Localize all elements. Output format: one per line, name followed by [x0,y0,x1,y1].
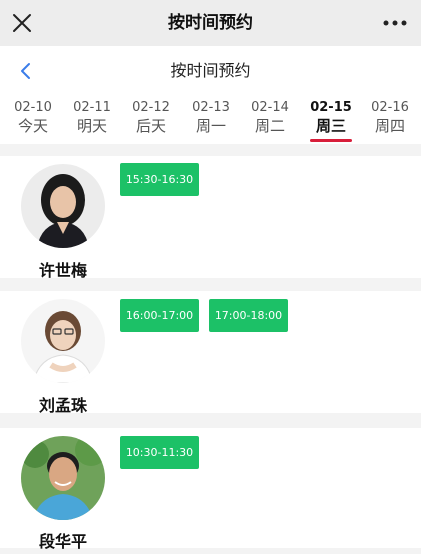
app-bar-title: 按时间预约 [168,13,253,33]
app-bar: 按时间预约 [0,0,421,46]
date-tab[interactable]: 02-14 周二 [244,96,296,144]
time-slot-button[interactable]: 16:00-17:00 [120,299,199,332]
date-tab-date: 02-13 [192,100,230,115]
date-tab-date: 02-16 [371,100,409,115]
doctor-row: 许世梅 15:30-16:30 [0,156,421,280]
avatar[interactable] [21,436,105,520]
date-tab[interactable]: 02-10 今天 [7,96,59,144]
doctor-name: 许世梅 [38,261,87,280]
avatar[interactable] [21,299,105,383]
page-header: 按时间预约 [0,46,421,96]
time-slot-button[interactable]: 17:00-18:00 [209,299,288,332]
date-tab-date: 02-15 [310,100,352,115]
date-tab[interactable]: 02-16 周四 [364,96,416,144]
selected-tab-indicator [310,139,352,142]
date-tab-day: 周四 [374,117,405,135]
date-tab[interactable]: 02-12 后天 [125,96,177,144]
date-tab-day: 周一 [195,117,226,135]
time-slot-button[interactable]: 15:30-16:30 [120,163,199,196]
time-slot-button[interactable]: 10:30-11:30 [120,436,199,469]
date-tab-date: 02-11 [73,100,111,115]
date-tab-day: 后天 [135,117,166,135]
avatar[interactable] [21,164,105,248]
date-tab-day: 周二 [254,117,285,135]
divider [0,144,421,156]
date-tab-day: 今天 [17,117,48,135]
doctor-row: 刘孟珠 16:00-17:00 17:00-18:00 [0,291,421,415]
date-tab-day: 周三 [315,117,346,135]
date-tabs: 02-10 今天 02-11 明天 02-12 后天 02-13 周一 02-1… [0,96,421,144]
date-tab-date: 02-12 [132,100,170,115]
date-tab[interactable]: 02-11 明天 [66,96,118,144]
more-icon[interactable] [381,11,409,35]
doctor-name: 段华平 [38,532,87,551]
date-tab-selected[interactable]: 02-15 周三 [305,96,357,144]
date-tab-date: 02-10 [14,100,52,115]
date-tab-day: 明天 [76,117,107,135]
date-tab[interactable]: 02-13 周一 [185,96,237,144]
page-title: 按时间预约 [170,61,251,80]
date-tab-date: 02-14 [251,100,289,115]
doctor-name: 刘孟珠 [38,396,87,415]
doctor-row: 段华平 10:30-11:30 [0,428,421,551]
